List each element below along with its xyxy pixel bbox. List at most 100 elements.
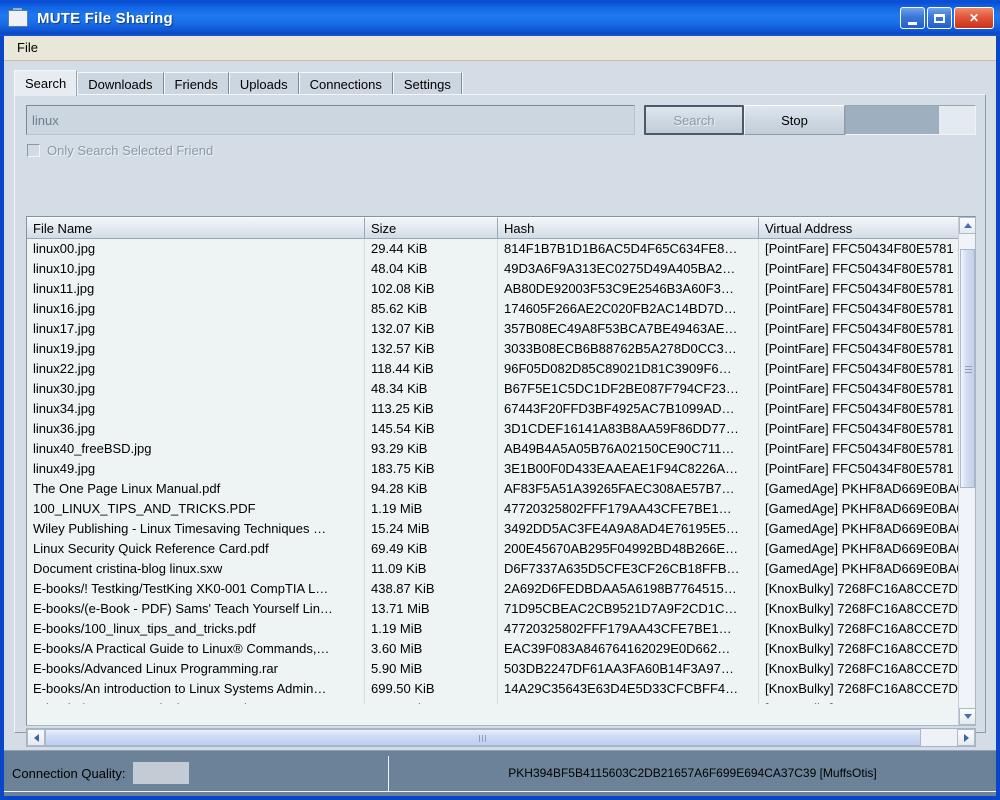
tab-settings[interactable]: Settings	[392, 72, 462, 95]
connection-quality-pane: Connection Quality:	[4, 755, 389, 792]
table-row[interactable]: E-books/A Practical Guide to Linux® Comm…	[27, 639, 975, 659]
column-header-virtual-address[interactable]: Virtual Address	[759, 217, 959, 238]
virtual-address-pane: PKH394BF5B4115603C2DB21657A6F699E694CA37…	[389, 756, 996, 792]
minimize-button[interactable]	[900, 7, 925, 29]
table-row[interactable]: E-books/(e-Book - PDF) Sams' Teach Yours…	[27, 599, 975, 619]
table-row[interactable]: linux11.jpg 102.08 KiB AB80DE92003F53C9E25…	[27, 279, 975, 299]
table-row[interactable]: linux19.jpg 132.57 KiB 3033B08ECB6B88762B5…	[27, 339, 975, 359]
results-vertical-scrollbar[interactable]	[958, 217, 975, 725]
menu-item-file[interactable]: File	[8, 37, 47, 59]
table-row[interactable]: E-books/An introduction to Linux Systems…	[27, 679, 975, 699]
cell-file-name: linux16.jpg	[27, 299, 365, 319]
cell-size: 1.19 MiB	[365, 499, 498, 519]
results-rows: linux00.jpg 29.44 KiB 814F1B7B1D1B6AC5D4F6…	[27, 239, 975, 704]
results-body: linux00.jpg 29.44 KiB 814F1B7B1D1B6AC5D4F6…	[27, 239, 975, 704]
table-row[interactable]: linux49.jpg 183.75 KiB 3E1B00F0D433EAAEAE1…	[27, 459, 975, 479]
cell-file-name: Wiley Publishing - Linux Timesaving Tech…	[27, 519, 365, 539]
tab-search[interactable]: Search	[14, 70, 78, 96]
scroll-right-arrow-icon[interactable]	[957, 729, 975, 746]
cell-file-name: linux34.jpg	[27, 399, 365, 419]
column-header-size[interactable]: Size	[365, 217, 498, 238]
cell-file-name: linux49.jpg	[27, 459, 365, 479]
client-area: Search Downloads Friends Uploads Connect…	[4, 61, 996, 796]
cell-hash: B67F5E1C5DC1DF2BE087F794CF23…	[498, 379, 759, 399]
table-row[interactable]: linux16.jpg 85.62 KiB 174605F266AE2C020FB2…	[27, 299, 975, 319]
cell-file-name: E-books/100_linux_tips_and_tricks.pdf	[27, 619, 365, 639]
search-tab-panel: Search Stop Only Search Selected Friend …	[14, 94, 986, 792]
cell-file-name: linux19.jpg	[27, 339, 365, 359]
cell-hash: D6F7337A635D5CFE3CF26CB18FFB…	[498, 559, 759, 579]
table-row[interactable]: linux40_freeBSD.jpg 93.29 KiB AB49B4A5A05B…	[27, 439, 975, 459]
table-row[interactable]: linux10.jpg 48.04 KiB 49D3A6F9A313EC0275D4…	[27, 259, 975, 279]
table-row[interactable]: linux17.jpg 132.07 KiB 357B08EC49A8F53BCA7…	[27, 319, 975, 339]
cell-size: 699.50 KiB	[365, 679, 498, 699]
table-row[interactable]: 100_LINUX_TIPS_AND_TRICKS.PDF 1.19 MiB 477…	[27, 499, 975, 519]
horizontal-scrollbar-track[interactable]	[45, 729, 957, 746]
column-header-file-name[interactable]: File Name	[27, 217, 365, 238]
table-row[interactable]: linux30.jpg 48.34 KiB B67F5E1C5DC1DF2BE087…	[27, 379, 975, 399]
table-row[interactable]: Wiley Publishing - Linux Timesaving Tech…	[27, 519, 975, 539]
cell-virtual-address: [PointFare] FFC50434F80E5781	[765, 361, 954, 376]
cell-virtual-address: [GamedAge] PKHF8AD669E0BA0	[765, 481, 959, 496]
column-header-hash[interactable]: Hash	[498, 217, 759, 238]
search-input[interactable]	[26, 105, 635, 135]
close-icon: ✕	[968, 11, 980, 25]
cell-hash: EAC39F083A846764162029E0D662…	[498, 639, 759, 659]
cell-size: 3.60 MiB	[365, 639, 498, 659]
local-virtual-address: PKH394BF5B4115603C2DB21657A6F699E694CA37…	[508, 766, 877, 780]
only-search-selected-friend-row[interactable]: Only Search Selected Friend	[27, 141, 213, 159]
title-bar[interactable]: MUTE File Sharing ✕	[0, 0, 1000, 36]
cell-virtual-address: [PointFare] FFC50434F80E5781	[765, 321, 954, 336]
menu-bar: File	[4, 36, 996, 61]
tab-strip: Search Downloads Friends Uploads Connect…	[14, 70, 467, 96]
table-row[interactable]: linux34.jpg 113.25 KiB 67443F20FFD3BF4925A…	[27, 399, 975, 419]
table-row[interactable]: E-books/! Testking/TestKing XK0-001 Comp…	[27, 579, 975, 599]
cell-size: 94.28 KiB	[365, 479, 498, 499]
tab-label: Search	[25, 76, 67, 91]
scroll-down-arrow-icon[interactable]	[959, 708, 975, 725]
cell-size: 132.07 KiB	[365, 319, 498, 339]
search-button[interactable]: Search	[644, 105, 744, 135]
search-progress-fill	[846, 106, 939, 134]
cell-virtual-address: [KnoxBulky] 7268FC16A8CCE7D	[765, 661, 958, 676]
tab-friends[interactable]: Friends	[163, 72, 229, 95]
tab-downloads[interactable]: Downloads	[77, 72, 164, 95]
vertical-scrollbar-thumb[interactable]	[960, 249, 975, 488]
results-horizontal-scrollbar[interactable]	[26, 728, 976, 747]
horizontal-scrollbar-thumb[interactable]	[45, 729, 921, 746]
stop-button[interactable]: Stop	[744, 105, 845, 135]
table-row[interactable]: The One Page Linux Manual.pdf 94.28 KiB AF…	[27, 479, 975, 499]
scroll-up-arrow-icon[interactable]	[959, 217, 975, 234]
maximize-button[interactable]	[927, 7, 952, 29]
scroll-left-arrow-icon[interactable]	[27, 729, 45, 746]
tab-uploads[interactable]: Uploads	[228, 72, 299, 95]
cell-size: 48.04 KiB	[365, 259, 498, 279]
table-row[interactable]: E-books/100_linux_tips_and_tricks.pdf 1.1…	[27, 619, 975, 639]
tab-label: Friends	[174, 76, 218, 92]
cell-file-name: linux30.jpg	[27, 379, 365, 399]
table-row[interactable]: linux22.jpg 118.44 KiB 96F05D082D85C89021D…	[27, 359, 975, 379]
table-row[interactable]: E-books/Apress - Beginning SUSE Linux-Fr…	[27, 699, 975, 704]
cell-size: 438.87 KiB	[365, 579, 498, 599]
cell-hash: 174605F266AE2C020FB2AC14BD7D…	[498, 299, 759, 319]
table-row[interactable]: linux00.jpg 29.44 KiB 814F1B7B1D1B6AC5D4F6…	[27, 239, 975, 259]
scrollbar-grip-icon	[478, 735, 486, 742]
cell-hash: AF83F5A51A39265FAEC308AE57B7…	[498, 479, 759, 499]
cell-size: 48.34 KiB	[365, 379, 498, 399]
table-row[interactable]: E-books/Advanced Linux Programming.rar 5.…	[27, 659, 975, 679]
cell-virtual-address: [PointFare] FFC50434F80E5781	[765, 441, 954, 456]
cell-size: 113.25 KiB	[365, 399, 498, 419]
cell-file-name: linux00.jpg	[27, 239, 365, 259]
window-controls: ✕	[900, 7, 994, 29]
search-results-list[interactable]: File Name Size Hash Virtual Address linu…	[26, 216, 976, 726]
close-button[interactable]: ✕	[954, 7, 994, 29]
table-row[interactable]: Linux Security Quick Reference Card.pdf 6…	[27, 539, 975, 559]
cell-file-name: E-books/Advanced Linux Programming.rar	[27, 659, 365, 679]
table-row[interactable]: Document cristina-blog linux.sxw 11.09 Ki…	[27, 559, 975, 579]
cell-size: 145.54 KiB	[365, 419, 498, 439]
table-row[interactable]: linux36.jpg 145.54 KiB 3D1CDEF16141A83B8AA…	[27, 419, 975, 439]
cell-size: 132.57 KiB	[365, 339, 498, 359]
maximize-icon	[934, 13, 945, 23]
tab-connections[interactable]: Connections	[298, 72, 393, 95]
only-search-selected-friend-checkbox[interactable]	[27, 143, 40, 157]
